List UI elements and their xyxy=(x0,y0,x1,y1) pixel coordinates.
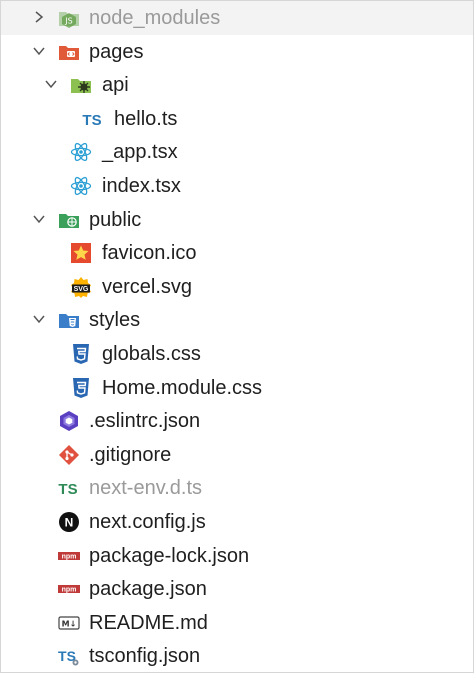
tree-item-label: _app.tsx xyxy=(102,141,178,164)
tsconfig-icon: TS xyxy=(57,645,79,667)
chevron-down-icon[interactable] xyxy=(32,312,46,326)
api-folder-icon xyxy=(70,74,92,96)
public-folder-icon xyxy=(58,209,80,231)
tree-item-label: Home.module.css xyxy=(102,376,263,399)
typescript-icon: TS xyxy=(81,108,103,130)
node-modules-folder-icon: JS xyxy=(58,7,80,29)
svg-text:TS: TS xyxy=(82,112,101,129)
tree-item-label: api xyxy=(102,74,129,97)
tree-item-label: .gitignore xyxy=(89,443,172,466)
svg-icon: SVG xyxy=(70,276,92,298)
tree-item-label: styles xyxy=(89,309,141,332)
tree-item-label: .eslintrc.json xyxy=(89,410,201,433)
tree-item-label: globals.css xyxy=(102,342,201,365)
tree-item-app-tsx[interactable]: _app.tsx xyxy=(1,135,473,169)
react-icon xyxy=(70,175,92,197)
tree-item-vercel-svg[interactable]: SVG vercel.svg xyxy=(1,270,473,304)
css3-icon xyxy=(70,343,92,365)
nextjs-icon: N xyxy=(58,511,80,533)
tree-item-pages[interactable]: pages xyxy=(1,35,473,69)
tree-item-next-config[interactable]: N next.config.js xyxy=(1,505,473,539)
tree-item-label: favicon.ico xyxy=(102,242,197,265)
tree-item-styles[interactable]: styles xyxy=(1,303,473,337)
tree-item-public[interactable]: public xyxy=(1,203,473,237)
tree-item-index-tsx[interactable]: index.tsx xyxy=(1,169,473,203)
tree-item-label: package.json xyxy=(89,578,207,601)
tree-item-label: tsconfig.json xyxy=(89,645,201,668)
svg-text:M↓: M↓ xyxy=(62,619,77,628)
svg-text:SVG: SVG xyxy=(74,286,89,293)
npm-icon: npm xyxy=(58,578,80,600)
styles-folder-icon xyxy=(58,309,80,331)
tree-item-api[interactable]: api xyxy=(1,68,473,102)
svg-text:npm: npm xyxy=(62,587,77,594)
tree-item-label: node_modules xyxy=(89,7,221,29)
tree-item-node-modules[interactable]: JS node_modules xyxy=(1,1,473,35)
tree-item-label: next.config.js xyxy=(89,510,206,533)
svg-text:JS: JS xyxy=(64,17,72,26)
markdown-icon: M↓ xyxy=(58,612,80,634)
favicon-icon xyxy=(70,242,92,264)
tree-item-readme[interactable]: M↓ README.md xyxy=(1,606,473,640)
tree-item-package-json[interactable]: npm package.json xyxy=(1,572,473,606)
tree-item-hello-ts[interactable]: TS hello.ts xyxy=(1,102,473,136)
tree-item-label: pages xyxy=(89,40,144,63)
svg-text:TS: TS xyxy=(58,481,77,498)
typescript-icon: TS xyxy=(57,477,79,499)
eslint-icon xyxy=(58,410,80,432)
file-explorer-tree: JS node_modules pages api TS hello.ts _a… xyxy=(0,0,474,673)
chevron-down-icon[interactable] xyxy=(32,44,46,58)
tree-item-favicon[interactable]: favicon.ico xyxy=(1,236,473,270)
tree-item-home-module-css[interactable]: Home.module.css xyxy=(1,371,473,405)
tree-item-label: README.md xyxy=(89,611,208,634)
tree-item-label: package-lock.json xyxy=(89,544,250,567)
tree-item-label: next-env.d.ts xyxy=(89,477,203,500)
tree-item-globals-css[interactable]: globals.css xyxy=(1,337,473,371)
react-icon xyxy=(70,141,92,163)
chevron-down-icon[interactable] xyxy=(32,212,46,226)
git-icon xyxy=(58,444,80,466)
tree-item-label: hello.ts xyxy=(114,107,178,130)
chevron-down-icon[interactable] xyxy=(44,77,58,91)
tree-item-label: index.tsx xyxy=(102,174,181,197)
tree-item-next-env[interactable]: TS next-env.d.ts xyxy=(1,471,473,505)
tree-item-tsconfig[interactable]: TS tsconfig.json xyxy=(1,639,473,672)
tree-item-eslintrc[interactable]: .eslintrc.json xyxy=(1,404,473,438)
css3-icon xyxy=(70,377,92,399)
npm-icon: npm xyxy=(58,545,80,567)
pages-folder-icon xyxy=(58,41,80,63)
tree-item-package-lock[interactable]: npm package-lock.json xyxy=(1,539,473,573)
tree-item-label: vercel.svg xyxy=(102,275,193,298)
svg-text:N: N xyxy=(65,515,74,529)
tree-item-gitignore[interactable]: .gitignore xyxy=(1,438,473,472)
chevron-right-icon[interactable] xyxy=(32,10,46,24)
svg-text:npm: npm xyxy=(62,553,77,560)
tree-item-label: public xyxy=(89,208,142,231)
